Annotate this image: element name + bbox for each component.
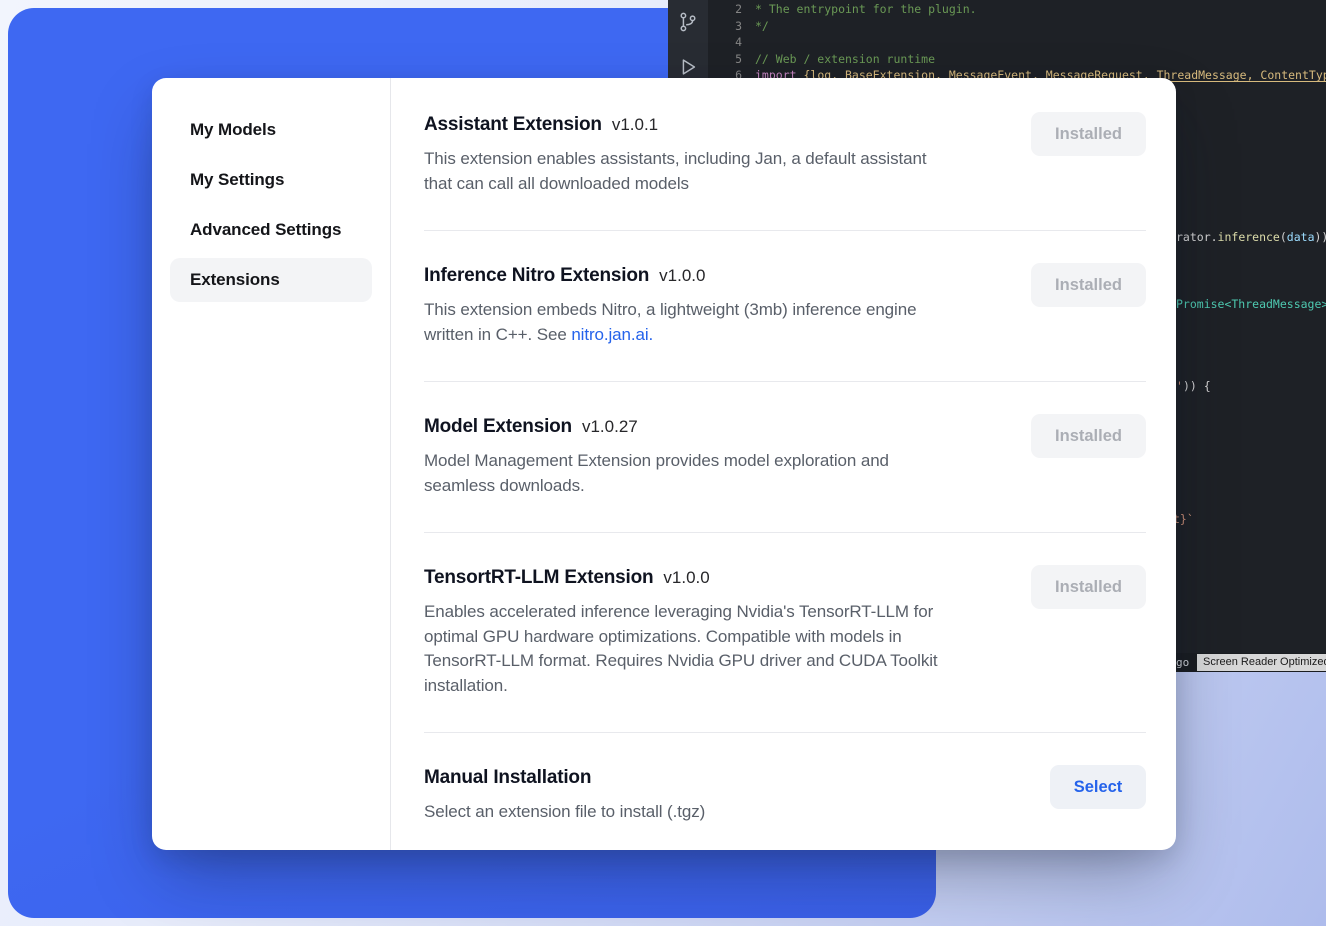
code-fragment-template: t}` xyxy=(1173,512,1194,526)
manual-installation-row: Manual Installation Select an extension … xyxy=(424,733,1146,850)
manual-installation-description: Select an extension file to install (.tg… xyxy=(424,800,1002,825)
editor-code-block: 2 * The entrypoint for the plugin. 3 */ … xyxy=(724,1,1326,84)
extension-row-nitro: Inference Nitro Extension v1.0.0 This ex… xyxy=(424,231,1146,382)
code-line: 5 // Web / extension runtime xyxy=(724,51,1326,68)
line-number: 3 xyxy=(724,18,742,35)
code-fragment-promise: Promise<ThreadMessage> xyxy=(1176,297,1326,311)
extension-version: v1.0.0 xyxy=(663,565,709,591)
extension-name: TensortRT-LLM Extension xyxy=(424,565,653,591)
code-text: // Web / extension runtime xyxy=(755,51,935,68)
screen-reader-badge[interactable]: Screen Reader Optimized xyxy=(1197,654,1326,671)
extension-info: Model Extension v1.0.27 Model Management… xyxy=(424,414,1002,498)
extension-name: Inference Nitro Extension xyxy=(424,263,649,289)
extension-info: Assistant Extension v1.0.1 This extensio… xyxy=(424,112,1002,196)
extension-row-tensorrt: TensortRT-LLM Extension v1.0.0 Enables a… xyxy=(424,533,1146,733)
extension-row-assistant: Assistant Extension v1.0.1 This extensio… xyxy=(424,80,1146,231)
extension-row-model: Model Extension v1.0.27 Model Management… xyxy=(424,382,1146,533)
extension-description: This extension enables assistants, inclu… xyxy=(424,147,1002,196)
code-token: rator. xyxy=(1176,230,1218,244)
extensions-list: Assistant Extension v1.0.1 This extensio… xyxy=(391,78,1176,850)
code-token: )) { xyxy=(1183,379,1211,393)
extension-description: This extension embeds Nitro, a lightweig… xyxy=(424,298,1002,347)
extension-version: v1.0.1 xyxy=(612,112,658,138)
sidebar-item-my-settings[interactable]: My Settings xyxy=(170,158,372,202)
code-token: ' xyxy=(1176,379,1183,393)
extension-info: TensortRT-LLM Extension v1.0.0 Enables a… xyxy=(424,565,1002,698)
code-text: */ xyxy=(755,18,769,35)
installed-button[interactable]: Installed xyxy=(1031,263,1146,307)
code-line: 2 * The entrypoint for the plugin. xyxy=(724,1,1326,18)
code-token: ( xyxy=(1280,230,1287,244)
code-token: )); xyxy=(1315,230,1326,244)
extension-version: v1.0.27 xyxy=(582,414,638,440)
code-fragment-inference: rator.inference(data)); xyxy=(1176,230,1326,244)
sidebar-item-my-models[interactable]: My Models xyxy=(170,108,372,152)
line-number: 5 xyxy=(724,51,742,68)
nitro-jan-ai-link[interactable]: nitro.jan.ai. xyxy=(571,325,653,344)
installed-button[interactable]: Installed xyxy=(1031,414,1146,458)
manual-installation-title: Manual Installation xyxy=(424,765,591,791)
status-bar-text: go xyxy=(1176,653,1189,672)
extension-description: Model Management Extension provides mode… xyxy=(424,449,1002,498)
select-file-button[interactable]: Select xyxy=(1050,765,1146,809)
installed-button[interactable]: Installed xyxy=(1031,565,1146,609)
extension-name: Assistant Extension xyxy=(424,112,602,138)
extension-description: Enables accelerated inference leveraging… xyxy=(424,600,1002,698)
extension-info: Manual Installation Select an extension … xyxy=(424,765,1002,825)
source-control-icon[interactable] xyxy=(677,11,699,33)
extension-info: Inference Nitro Extension v1.0.0 This ex… xyxy=(424,263,1002,347)
sidebar-item-extensions[interactable]: Extensions xyxy=(170,258,372,302)
line-number: 4 xyxy=(724,34,742,51)
code-token: data xyxy=(1287,230,1315,244)
run-debug-icon[interactable] xyxy=(677,56,699,78)
code-line: 3 */ xyxy=(724,18,1326,35)
installed-button[interactable]: Installed xyxy=(1031,112,1146,156)
code-line: 4 xyxy=(724,34,1326,51)
description-text: This extension embeds Nitro, a lightweig… xyxy=(424,300,916,344)
settings-panel: My Models My Settings Advanced Settings … xyxy=(152,78,1176,850)
line-number: 2 xyxy=(724,1,742,18)
code-fragment-brace: ')) { xyxy=(1176,379,1211,393)
sidebar-item-advanced-settings[interactable]: Advanced Settings xyxy=(170,208,372,252)
settings-sidebar: My Models My Settings Advanced Settings … xyxy=(152,78,391,850)
extension-name: Model Extension xyxy=(424,414,572,440)
extension-version: v1.0.0 xyxy=(659,263,705,289)
code-text: * The entrypoint for the plugin. xyxy=(755,1,977,18)
code-token: inference xyxy=(1218,230,1280,244)
